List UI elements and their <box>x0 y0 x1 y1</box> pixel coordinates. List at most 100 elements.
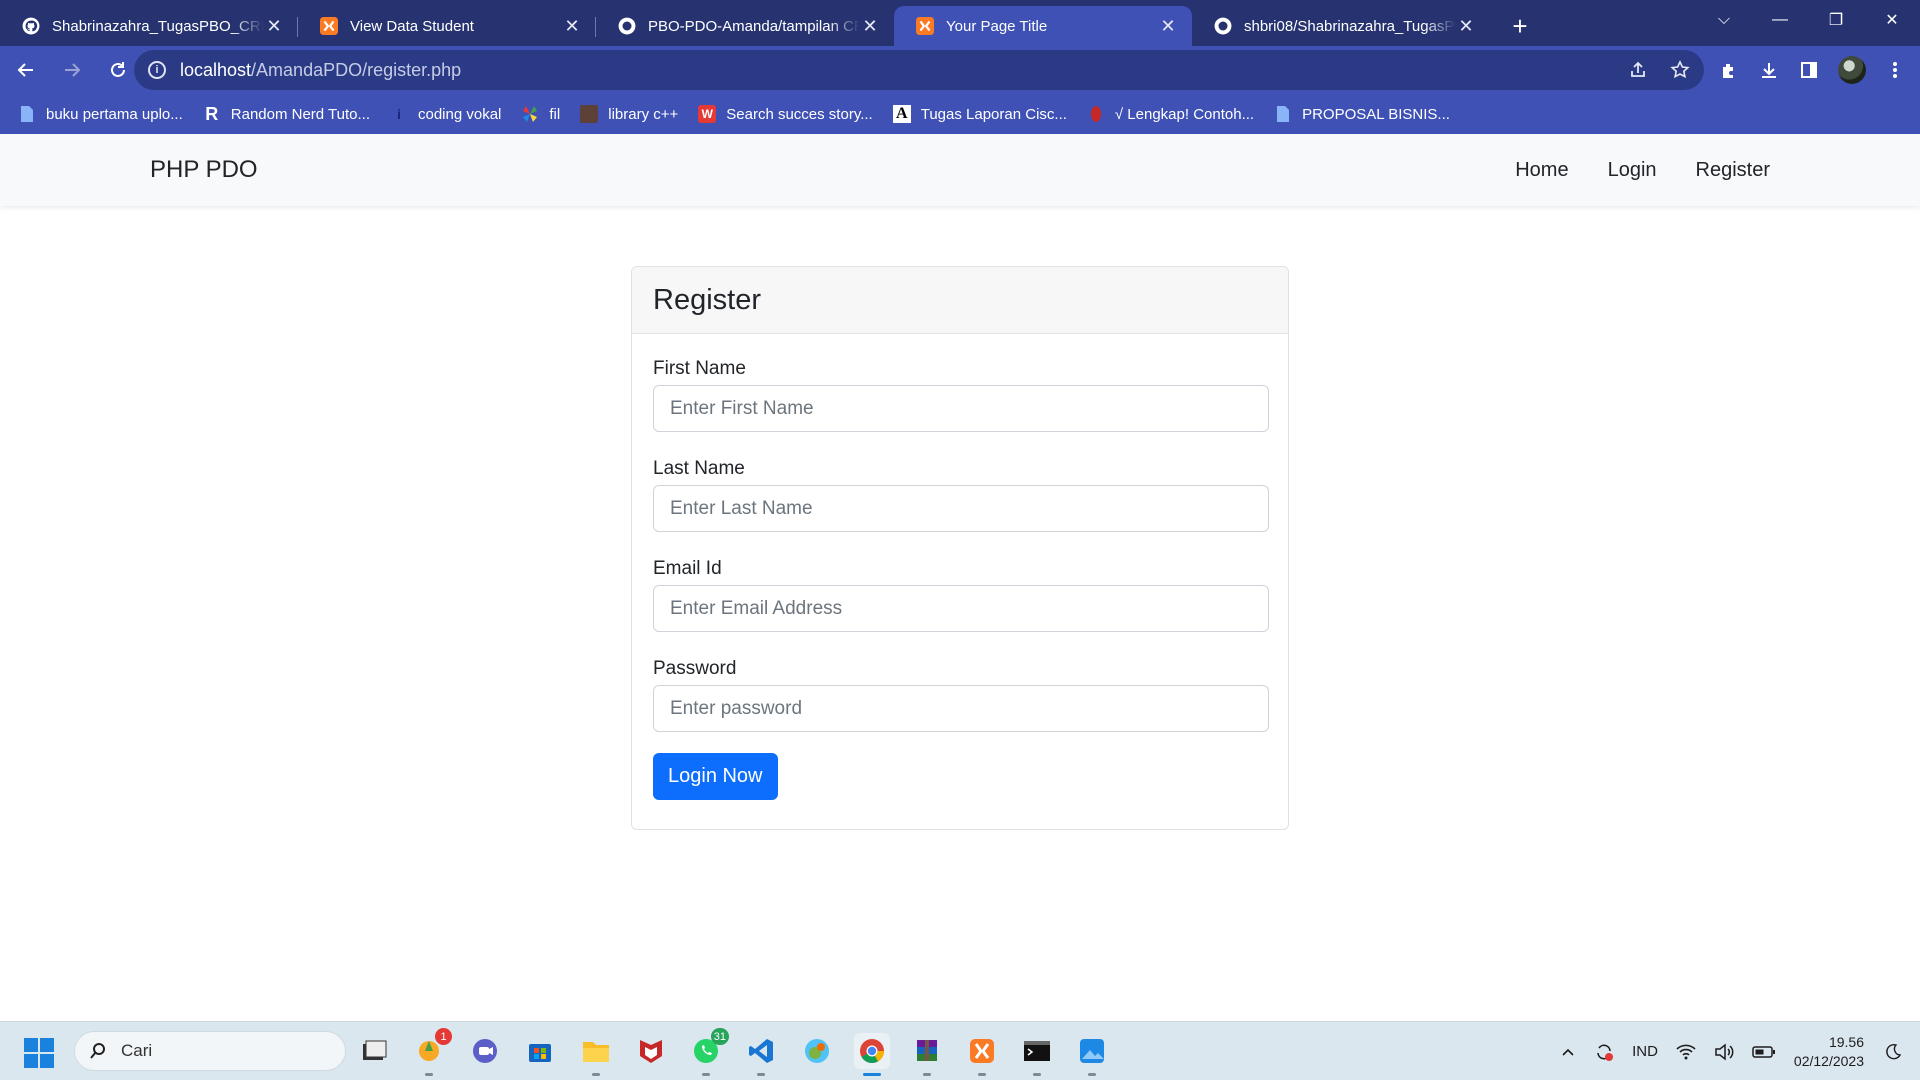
download-icon[interactable] <box>1758 59 1780 81</box>
volume-icon[interactable] <box>1714 1042 1734 1061</box>
microsoft-store-icon[interactable] <box>522 1033 558 1069</box>
chrome-icon[interactable] <box>854 1033 890 1076</box>
file-explorer-icon[interactable] <box>578 1033 614 1076</box>
sync-icon[interactable] <box>1594 1042 1614 1062</box>
lemon-app-icon[interactable]: 1 <box>411 1028 452 1076</box>
xampp-icon[interactable] <box>964 1033 1000 1076</box>
back-button[interactable] <box>6 50 46 90</box>
github-icon <box>1214 17 1232 35</box>
bookmark-item[interactable]: buku pertama uplo... <box>18 105 183 123</box>
close-tab-icon[interactable]: ✕ <box>562 16 582 36</box>
close-window-button[interactable]: ✕ <box>1864 0 1920 40</box>
taskbar-clock[interactable]: 19.56 02/12/2023 <box>1794 1033 1864 1071</box>
password-input[interactable] <box>653 685 1269 732</box>
vscode-icon[interactable] <box>743 1033 779 1076</box>
tab-1[interactable]: Shabrinazahra_TugasPBO_CRUD ✕ <box>0 6 298 46</box>
task-view-icon[interactable] <box>356 1033 392 1069</box>
email-input[interactable] <box>653 585 1269 632</box>
xampp-icon <box>320 17 338 35</box>
tab-search-icon[interactable]: ⌵ <box>1696 0 1752 40</box>
photos-icon[interactable] <box>1074 1033 1110 1076</box>
tab-4-active[interactable]: Your Page Title ✕ <box>894 6 1192 46</box>
winrar-icon[interactable] <box>909 1033 945 1076</box>
bookmark-item[interactable]: fil <box>521 105 560 123</box>
extensions-icon[interactable] <box>1718 59 1740 81</box>
close-tab-icon[interactable]: ✕ <box>1158 16 1178 36</box>
bookmark-star-icon[interactable] <box>1670 60 1690 80</box>
wordpress-icon: i <box>390 105 408 123</box>
whatsapp-icon[interactable]: 31 <box>688 1028 729 1076</box>
bookmark-item[interactable]: W Search succes story... <box>698 105 873 123</box>
side-panel-icon[interactable] <box>1798 59 1820 81</box>
moon-icon[interactable] <box>1884 1043 1902 1061</box>
bookmark-label: Random Nerd Tuto... <box>230 105 370 123</box>
battery-icon[interactable] <box>1752 1045 1776 1059</box>
menu-kebab-icon[interactable] <box>1884 59 1906 81</box>
nav-link-login[interactable]: Login <box>1608 159 1657 182</box>
language-indicator[interactable]: IND <box>1632 1043 1658 1060</box>
navbar-brand[interactable]: PHP PDO <box>150 156 258 184</box>
address-bar[interactable]: i localhost/AmandaPDO/register.php <box>134 50 1704 90</box>
photo-icon <box>580 105 599 123</box>
reload-button[interactable] <box>98 50 138 90</box>
running-indicator <box>425 1073 433 1076</box>
tab-2[interactable]: View Data Student ✕ <box>298 6 596 46</box>
system-tray: IND 19.56 02/12/2023 <box>1560 1022 1920 1080</box>
nav-link-home[interactable]: Home <box>1515 159 1568 182</box>
bookmark-item[interactable]: √ Lengkap! Contoh... <box>1087 105 1254 123</box>
window-controls: ⌵ — ❐ ✕ <box>1696 0 1920 40</box>
close-tab-icon[interactable]: ✕ <box>1456 16 1476 36</box>
bookmark-label: library c++ <box>608 105 679 123</box>
first-name-input[interactable] <box>653 385 1269 432</box>
wifi-icon[interactable] <box>1676 1044 1696 1060</box>
new-tab-button[interactable]: + <box>1500 6 1540 46</box>
first-name-label: First Name <box>653 358 746 379</box>
submit-button[interactable]: Login Now <box>653 753 778 800</box>
browser-toolbar: i localhost/AmandaPDO/register.php <box>0 46 1920 94</box>
nav-link-register[interactable]: Register <box>1696 159 1770 182</box>
password-group: Password <box>653 658 1269 732</box>
windows-start-icon[interactable] <box>24 1038 54 1068</box>
windows-taskbar: Cari 1 31 IND 19.56 02/12/2023 <box>0 1021 1920 1080</box>
profile-avatar[interactable] <box>1838 56 1866 84</box>
tab-3[interactable]: PBO-PDO-Amanda/tampilan CRUD ✕ <box>596 6 894 46</box>
bookmark-item[interactable]: PROPOSAL BISNIS... <box>1274 105 1450 123</box>
restore-button[interactable]: ❐ <box>1808 0 1864 40</box>
browser-app-icon[interactable] <box>799 1033 835 1069</box>
tab-5[interactable]: shbri08/Shabrinazahra_TugasPBO ✕ <box>1192 6 1490 46</box>
site-info-icon[interactable]: i <box>148 61 166 79</box>
close-tab-icon[interactable]: ✕ <box>860 16 880 36</box>
tab-title: Your Page Title <box>946 17 1048 35</box>
url-host: localhost <box>180 59 252 80</box>
site-navbar: PHP PDO Home Login Register <box>0 134 1920 206</box>
clock-date: 02/12/2023 <box>1793 1052 1864 1069</box>
bookmark-item[interactable]: i coding vokal <box>390 105 501 123</box>
card-title: Register <box>653 283 761 316</box>
bookmark-item[interactable]: library c++ <box>580 105 678 123</box>
bookmark-item[interactable]: A Tugas Laporan Cisc... <box>892 105 1067 123</box>
email-label: Email Id <box>653 558 722 579</box>
last-name-input[interactable] <box>653 485 1269 532</box>
share-icon[interactable] <box>1628 60 1648 80</box>
close-tab-icon[interactable]: ✕ <box>264 16 284 36</box>
last-name-label: Last Name <box>653 458 745 479</box>
card-header: Register <box>632 267 1288 334</box>
search-icon <box>90 1043 105 1059</box>
email-group: Email Id <box>653 558 1269 632</box>
url-text[interactable]: localhost/AmandaPDO/register.php <box>180 60 461 81</box>
browser-tab-strip: Shabrinazahra_TugasPBO_CRUD ✕ View Data … <box>0 0 1920 46</box>
chevron-up-icon[interactable] <box>1560 1044 1576 1060</box>
chat-app-icon[interactable] <box>467 1033 503 1069</box>
mcafee-icon[interactable] <box>633 1033 669 1069</box>
taskbar-search-placeholder: Cari <box>121 1041 153 1060</box>
doc-icon <box>18 105 36 123</box>
minimize-button[interactable]: — <box>1752 0 1808 40</box>
github-icon <box>22 17 40 35</box>
bookmark-item[interactable]: R Random Nerd Tuto... <box>203 104 370 124</box>
taskbar-search[interactable]: Cari <box>74 1031 346 1071</box>
running-indicator <box>1033 1073 1041 1076</box>
terminal-icon[interactable] <box>1019 1033 1055 1076</box>
running-indicator <box>1088 1073 1096 1076</box>
arrow-right-icon <box>65 63 81 77</box>
forward-button[interactable] <box>52 50 92 90</box>
